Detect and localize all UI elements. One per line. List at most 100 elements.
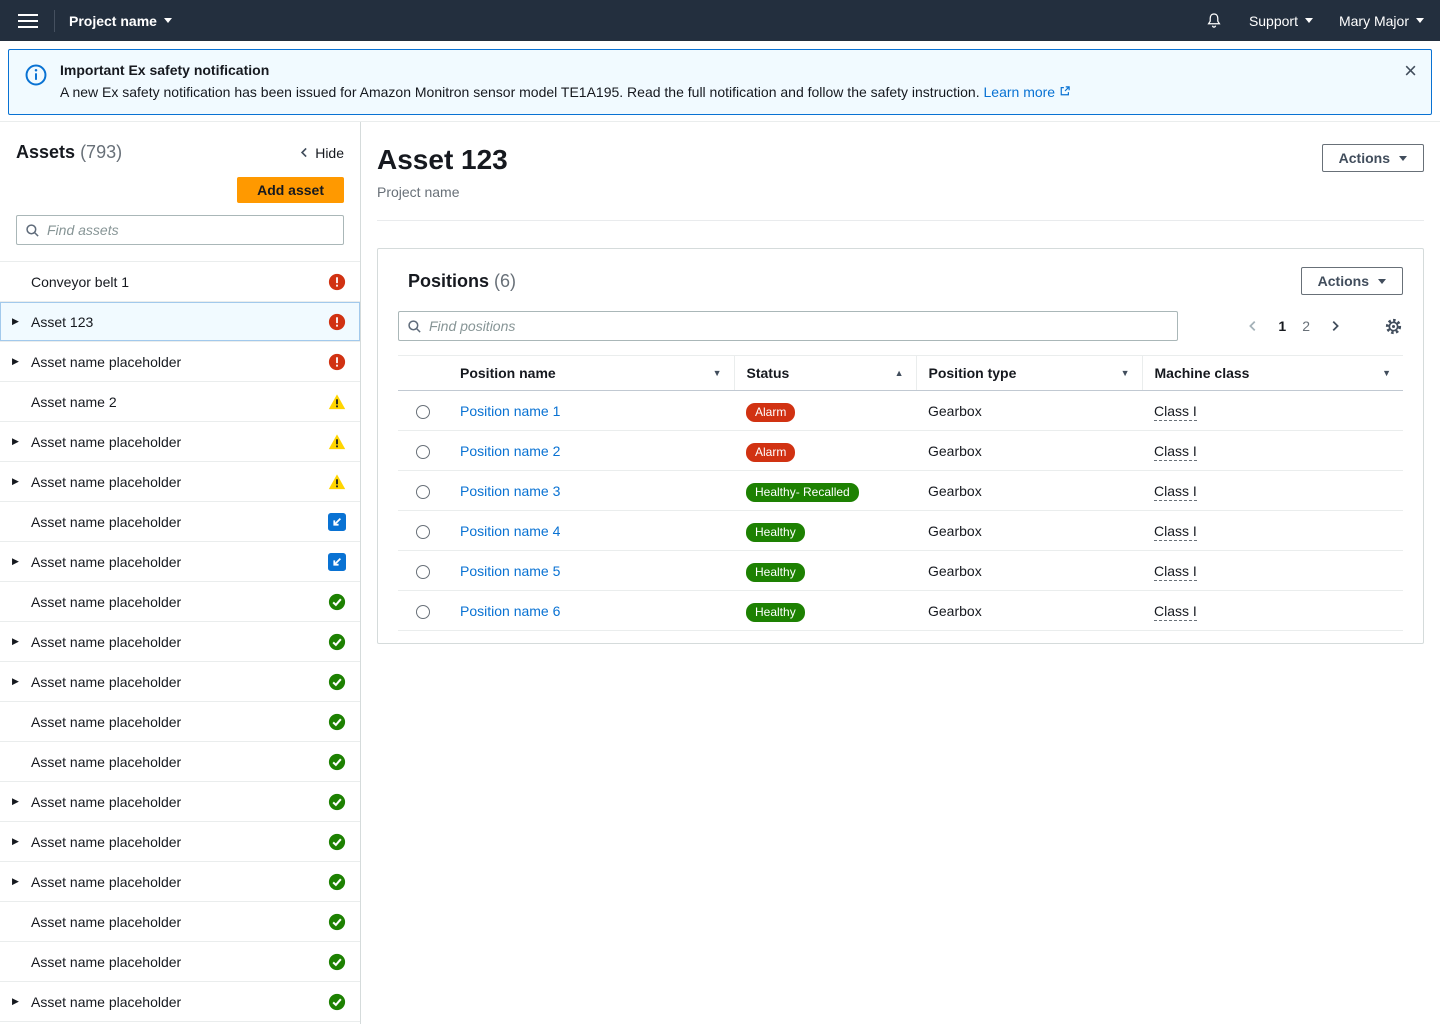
asset-list-item[interactable]: ▶ Asset name placeholder	[0, 862, 360, 902]
chevron-left-icon	[1246, 319, 1260, 333]
asset-list: Conveyor belt 1 ▶ Asset 123 ▶ Asset name…	[0, 261, 360, 1024]
asset-list-item[interactable]: Conveyor belt 1	[0, 262, 360, 302]
asset-list-item[interactable]: Asset name placeholder	[0, 502, 360, 542]
hide-panel-button[interactable]: Hide	[298, 145, 344, 161]
asset-list-item[interactable]: ▶ Asset name placeholder	[0, 342, 360, 382]
machine-class-value[interactable]: Class I	[1154, 523, 1197, 541]
expand-icon[interactable]: ▶	[12, 556, 25, 567]
row-select-radio[interactable]	[416, 565, 430, 579]
table-settings-button[interactable]	[1384, 317, 1403, 336]
asset-name-label: Asset name placeholder	[31, 794, 322, 810]
find-assets-input[interactable]	[47, 222, 335, 238]
chevron-down-icon	[164, 18, 172, 23]
positions-actions-button[interactable]: Actions	[1301, 267, 1403, 295]
asset-list-item[interactable]: ▶ Asset 123	[0, 302, 360, 342]
previous-page-button[interactable]	[1240, 315, 1266, 337]
user-menu-dropdown[interactable]: Mary Major	[1339, 13, 1424, 29]
close-icon[interactable]: ×	[1404, 60, 1417, 82]
asset-name-label: Asset name placeholder	[31, 474, 322, 490]
page-number-button[interactable]: 2	[1294, 314, 1318, 338]
expand-icon[interactable]: ▶	[12, 796, 25, 807]
asset-list-item[interactable]: ▶ Asset name placeholder	[0, 982, 360, 1022]
asset-list-item[interactable]: Asset name placeholder	[0, 582, 360, 622]
external-link-icon	[1059, 85, 1071, 97]
status-badge: Alarm	[746, 403, 795, 422]
project-name-dropdown[interactable]: Project name	[69, 13, 172, 29]
sort-descending-icon[interactable]: ▼	[1121, 368, 1130, 378]
status-badge: Healthy	[746, 523, 805, 542]
add-asset-button[interactable]: Add asset	[237, 177, 344, 203]
row-select-radio[interactable]	[416, 605, 430, 619]
next-page-button[interactable]	[1322, 315, 1348, 337]
column-header[interactable]: Position name▼	[448, 356, 734, 391]
asset-list-item[interactable]: ▶ Asset name placeholder	[0, 662, 360, 702]
machine-class-value[interactable]: Class I	[1154, 403, 1197, 421]
asset-list-item[interactable]: Asset name 2	[0, 382, 360, 422]
asset-list-item[interactable]: Asset name placeholder	[0, 942, 360, 982]
expand-icon[interactable]: ▶	[12, 356, 25, 367]
asset-list-item[interactable]: Asset name placeholder	[0, 702, 360, 742]
asset-status-icon	[328, 953, 346, 971]
expand-icon[interactable]: ▶	[12, 636, 25, 647]
expand-icon[interactable]: ▶	[12, 436, 25, 447]
column-label: Status	[747, 365, 790, 381]
search-icon	[25, 223, 40, 238]
assets-title: Assets (793)	[16, 142, 122, 163]
asset-status-icon	[328, 913, 346, 931]
position-name-link[interactable]: Position name 2	[460, 443, 560, 459]
expand-icon[interactable]: ▶	[12, 836, 25, 847]
position-name-link[interactable]: Position name 1	[460, 403, 560, 419]
position-name-link[interactable]: Position name 5	[460, 563, 560, 579]
menu-icon[interactable]	[16, 9, 40, 33]
learn-more-link[interactable]: Learn more	[984, 84, 1071, 100]
position-name-link[interactable]: Position name 6	[460, 603, 560, 619]
position-name-link[interactable]: Position name 3	[460, 483, 560, 499]
position-name-link[interactable]: Position name 4	[460, 523, 560, 539]
expand-icon[interactable]: ▶	[12, 996, 25, 1007]
machine-class-value[interactable]: Class I	[1154, 563, 1197, 581]
position-type-value: Gearbox	[928, 403, 982, 419]
machine-class-value[interactable]: Class I	[1154, 483, 1197, 501]
asset-list-item[interactable]: ▶ Asset name placeholder	[0, 462, 360, 502]
asset-actions-button[interactable]: Actions	[1322, 144, 1424, 172]
asset-list-item[interactable]: ▶ Asset name placeholder	[0, 422, 360, 462]
asset-status-icon	[328, 793, 346, 811]
page-number-button[interactable]: 1	[1270, 314, 1294, 338]
sort-ascending-icon[interactable]: ▲	[895, 368, 904, 378]
banner-title: Important Ex safety notification	[60, 62, 1071, 78]
assets-sidebar: Assets (793) Hide Add asset Conveyor bel…	[0, 122, 361, 1024]
column-header[interactable]: Position type▼	[916, 356, 1142, 391]
asset-list-item[interactable]: ▶ Asset name placeholder	[0, 622, 360, 662]
row-select-radio[interactable]	[416, 485, 430, 499]
machine-class-value[interactable]: Class I	[1154, 443, 1197, 461]
asset-list-item[interactable]: Asset name placeholder	[0, 902, 360, 942]
position-type-value: Gearbox	[928, 563, 982, 579]
notifications-button[interactable]	[1205, 12, 1223, 30]
row-select-radio[interactable]	[416, 525, 430, 539]
row-select-radio[interactable]	[416, 405, 430, 419]
expand-icon[interactable]: ▶	[12, 876, 25, 887]
column-header[interactable]: Status ▲	[734, 356, 916, 391]
positions-title: Positions (6)	[408, 271, 516, 292]
asset-name-label: Asset name placeholder	[31, 954, 322, 970]
main-panel: Asset 123 Project name Actions Positions…	[361, 122, 1440, 1024]
positions-toolbar: 12	[378, 307, 1423, 341]
machine-class-value[interactable]: Class I	[1154, 603, 1197, 621]
asset-list-item[interactable]: Asset name placeholder	[0, 742, 360, 782]
asset-name-label: Asset name placeholder	[31, 594, 322, 610]
sort-descending-icon[interactable]: ▼	[713, 368, 722, 378]
asset-name-label: Asset name placeholder	[31, 354, 322, 370]
chevron-down-icon	[1399, 156, 1407, 161]
find-positions-input[interactable]	[429, 318, 1169, 334]
asset-list-item[interactable]: ▶ Asset name placeholder	[0, 782, 360, 822]
row-select-radio[interactable]	[416, 445, 430, 459]
asset-status-icon	[328, 513, 346, 531]
asset-list-item[interactable]: ▶ Asset name placeholder	[0, 822, 360, 862]
expand-icon[interactable]: ▶	[12, 676, 25, 687]
support-dropdown[interactable]: Support	[1249, 13, 1313, 29]
column-header[interactable]: Machine class▼	[1142, 356, 1403, 391]
asset-list-item[interactable]: ▶ Asset name placeholder	[0, 542, 360, 582]
sort-descending-icon[interactable]: ▼	[1382, 368, 1391, 378]
expand-icon[interactable]: ▶	[12, 316, 25, 327]
expand-icon[interactable]: ▶	[12, 476, 25, 487]
